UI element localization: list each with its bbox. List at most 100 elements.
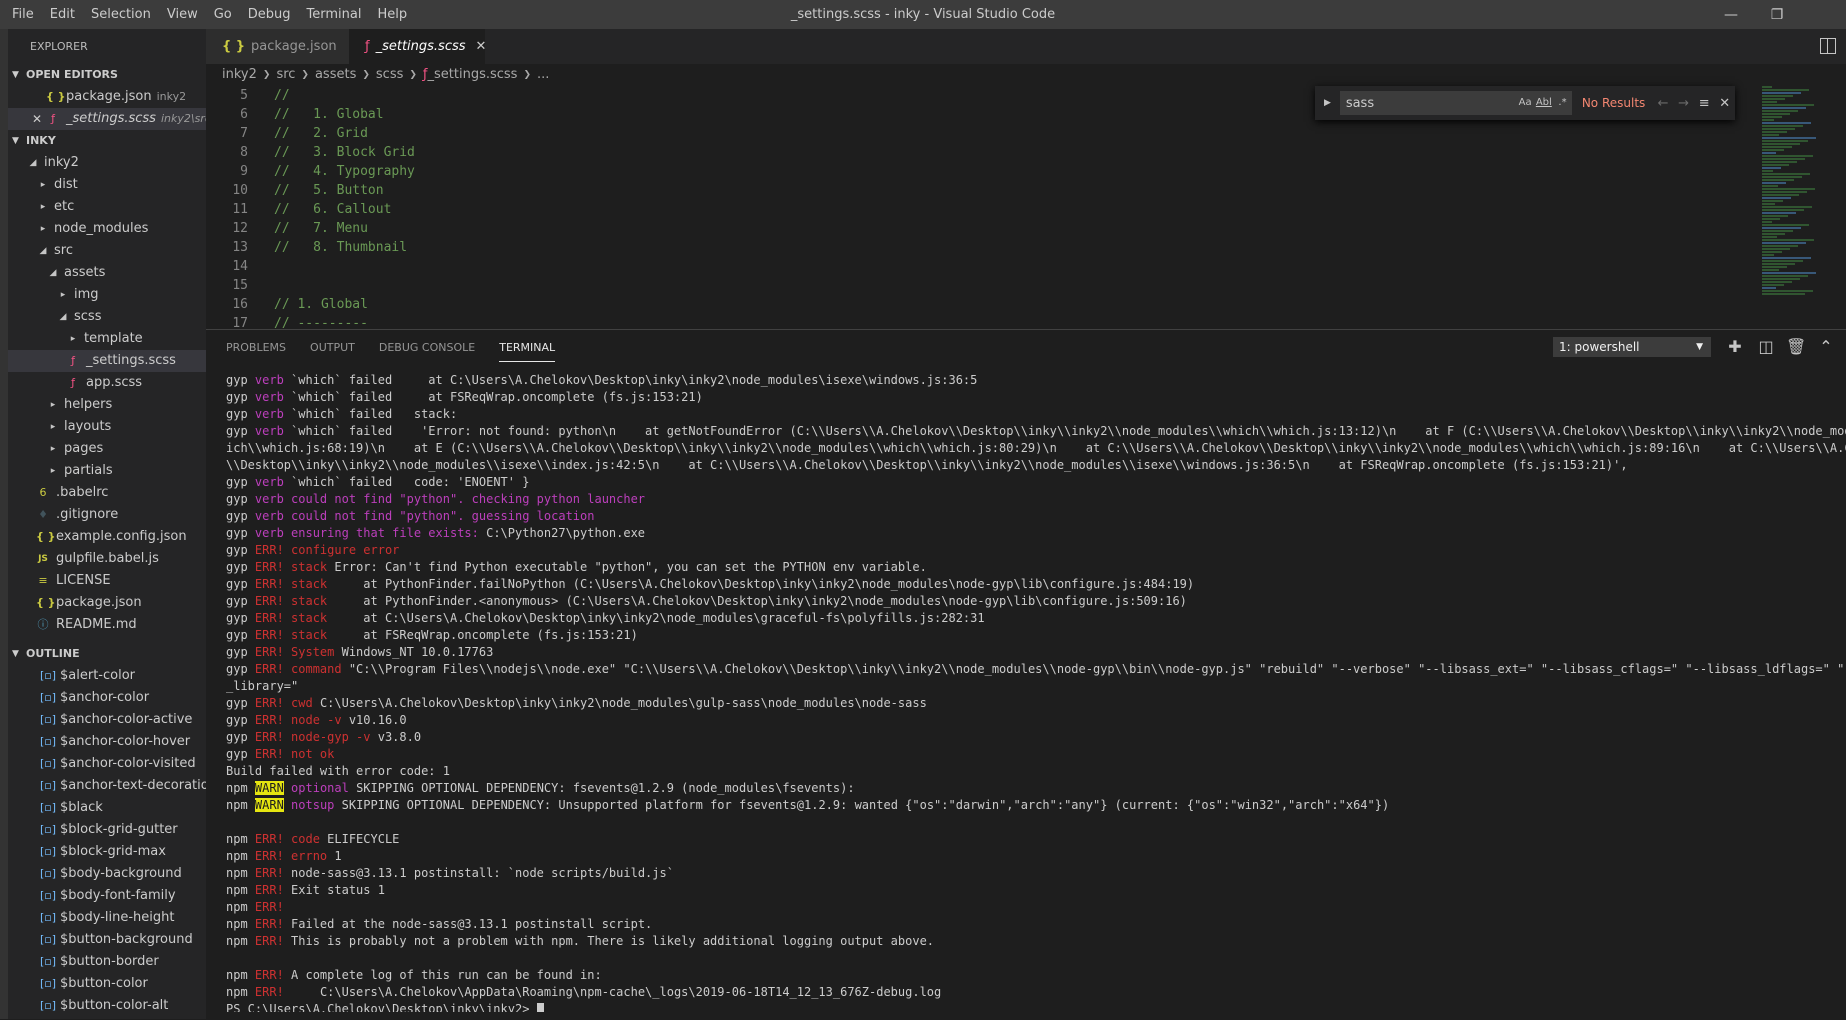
maximize-panel-icon[interactable]: ⌃ [1816, 337, 1836, 357]
outline-item[interactable]: [▫] $anchor-color-visited [0, 753, 206, 775]
minimap-line [1762, 197, 1791, 199]
code-line: 9 // 4. Typography [206, 162, 1746, 181]
minimap[interactable] [1762, 86, 1832, 329]
outline-item[interactable]: [▫] $button-border [0, 951, 206, 973]
json-file-icon: { } [36, 530, 56, 543]
outline-item[interactable]: [▫] $button-color-alt [0, 995, 206, 1017]
minimize-button[interactable]: — [1708, 0, 1754, 29]
panel-tab-output[interactable]: OUTPUT [310, 330, 355, 365]
outline-item[interactable]: [▫] $body-line-height [0, 907, 206, 929]
outline-item[interactable]: [▫] $anchor-color-active [0, 709, 206, 731]
folder-item[interactable]: ▸ img [0, 284, 206, 306]
terminal-segment: WARN [254, 781, 284, 795]
terminal-output[interactable]: gyp verb `which` failed at C:\Users\A.Ch… [226, 372, 1846, 1012]
file-item[interactable]: JS gulpfile.babel.js [0, 548, 206, 570]
close-icon[interactable]: ✕ [32, 108, 42, 130]
outline-item[interactable]: [▫] $block-grid-max [0, 841, 206, 863]
breadcrumb-item[interactable]: ... [537, 64, 549, 86]
menu-selection[interactable]: Selection [83, 0, 159, 29]
folder-item[interactable]: ▸ helpers [0, 394, 206, 416]
outline-item[interactable]: [▫] $block-grid-gutter [0, 819, 206, 841]
folder-item[interactable]: ▸ etc [0, 196, 206, 218]
title-bar: File Edit Selection View Go Debug Terminal Help… [0, 0, 1846, 29]
close-icon[interactable]: ✕ [476, 29, 487, 64]
terminal-segment: verb could not find "python". guessing l… [254, 509, 595, 523]
folder-item[interactable]: ▸ pages [0, 438, 206, 460]
code-area[interactable]: 5 // 6 // 1. Global 7 // 2. Grid 8 // 3. Block … [206, 86, 1746, 329]
split-terminal-icon[interactable]: ◫ [1756, 337, 1776, 357]
new-terminal-icon[interactable]: ✚ [1725, 337, 1745, 357]
outline-item-label: $button-background [60, 932, 193, 947]
folder-item[interactable]: ▸ layouts [0, 416, 206, 438]
outline-item[interactable]: [▫] $button-background [0, 929, 206, 951]
menu-view[interactable]: View [159, 0, 206, 29]
close-icon[interactable]: ✕ [1714, 96, 1735, 111]
breadcrumb-item[interactable]: src [276, 64, 295, 86]
menu-edit[interactable]: Edit [42, 0, 83, 29]
folder-item[interactable]: ▸ partials [0, 460, 206, 482]
breadcrumb-item[interactable]: inky2 [222, 64, 257, 86]
match-word-toggle[interactable]: Abl [1534, 91, 1554, 115]
open-editors-section[interactable]: ▼ OPEN EDITORS [0, 64, 206, 86]
outline-item[interactable]: [▫] $body-font-family [0, 885, 206, 907]
file-item[interactable]: ⓘ README.md [0, 614, 206, 636]
folder-item[interactable]: ◢ src [0, 240, 206, 262]
file-item[interactable]: ƒ _settings.scss [0, 350, 206, 372]
outline-item[interactable]: [▫] $anchor-text-decoration [0, 775, 206, 797]
folder-item[interactable]: ▸ node_modules [0, 218, 206, 240]
regex-toggle[interactable]: .* [1553, 91, 1572, 115]
breadcrumb-item[interactable]: _settings.scss [428, 64, 518, 86]
outline-item[interactable]: [▫] $anchor-color [0, 687, 206, 709]
menu-terminal[interactable]: Terminal [299, 0, 370, 29]
next-match-icon[interactable]: → [1673, 96, 1694, 111]
menu-file[interactable]: File [4, 0, 42, 29]
previous-match-icon[interactable]: ← [1653, 96, 1674, 111]
panel-tab-terminal[interactable]: TERMINAL [499, 335, 556, 362]
minimap-line [1762, 173, 1810, 175]
folder-item[interactable]: ▸ dist [0, 174, 206, 196]
outline-item[interactable]: [▫] $button-color [0, 973, 206, 995]
outline-section[interactable]: ▼ OUTLINE [0, 643, 206, 665]
panel-tab-problems[interactable]: PROBLEMS [226, 330, 286, 365]
tree-item-label: _settings.scss [86, 353, 176, 368]
outline-item[interactable]: [▫] $alert-color [0, 665, 206, 687]
trash-icon[interactable]: 🗑 [1786, 337, 1806, 357]
maximize-button[interactable]: ❐ [1754, 0, 1800, 29]
line-number: 12 [232, 221, 248, 236]
split-editor-icon[interactable] [1820, 38, 1836, 54]
match-case-toggle[interactable]: Aa [1515, 91, 1535, 115]
terminal-select[interactable]: 1: powershell ▼ [1553, 337, 1711, 357]
outline-item[interactable]: [▫] $anchor-color-hover [0, 731, 206, 753]
menu-help[interactable]: Help [369, 0, 415, 29]
menu-go[interactable]: Go [206, 0, 240, 29]
file-item[interactable]: { } package.json [0, 592, 206, 614]
file-item[interactable]: { } example.config.json [0, 526, 206, 548]
menu-debug[interactable]: Debug [240, 0, 299, 29]
find-in-selection-icon[interactable]: ≡ [1694, 96, 1715, 111]
minimap-line [1762, 188, 1815, 190]
tree-item-label: img [74, 287, 99, 302]
outline-item[interactable]: [▫] $body-background [0, 863, 206, 885]
file-item[interactable]: 6 .babelrc [0, 482, 206, 504]
file-item[interactable]: ≡ LICENSE [0, 570, 206, 592]
toggle-replace-icon[interactable]: ▶ [1319, 98, 1336, 108]
open-editor-item[interactable]: { } package.json inky2 [0, 86, 206, 108]
folder-item[interactable]: ▸ template [0, 328, 206, 350]
file-item[interactable]: ƒ app.scss [0, 372, 206, 394]
panel-tab-debug-console[interactable]: DEBUG CONSOLE [379, 330, 475, 365]
folder-item[interactable]: ◢ scss [0, 306, 206, 328]
project-section[interactable]: ▼ INKY [0, 130, 206, 152]
chevron-right-icon: ▸ [50, 444, 56, 454]
open-editor-item[interactable]: ✕ ƒ _settings.scss inky2\src\... [0, 108, 206, 130]
terminal-segment: v10.16.0 [348, 713, 407, 727]
folder-item[interactable]: ◢ assets [0, 262, 206, 284]
folder-item[interactable]: ◢ inky2 [0, 152, 206, 174]
tab-settings-scss[interactable]: ƒ _settings.scss ✕ [349, 29, 487, 64]
tab-package-json[interactable]: { } package.json [206, 29, 349, 64]
minimap-line [1762, 185, 1778, 187]
breadcrumb-item[interactable]: assets [315, 64, 356, 86]
file-item[interactable]: ♦ .gitignore [0, 504, 206, 526]
breadcrumb-item[interactable]: scss [376, 64, 403, 86]
outline-item[interactable]: [▫] $black [0, 797, 206, 819]
find-input[interactable] [1339, 91, 1516, 115]
